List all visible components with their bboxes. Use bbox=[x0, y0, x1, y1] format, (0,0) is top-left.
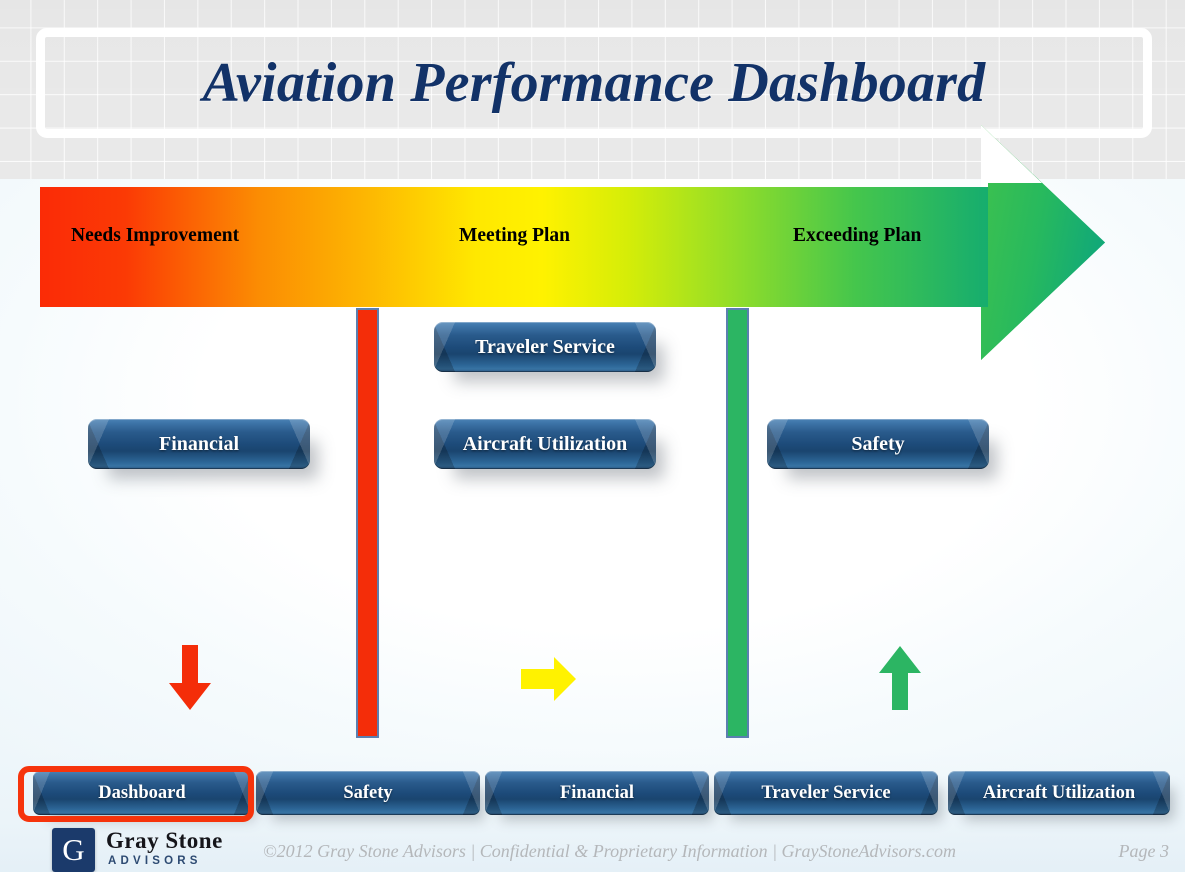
divider-exceeding-plan bbox=[726, 308, 749, 738]
metric-button-financial[interactable]: Financial bbox=[88, 419, 310, 469]
footer-text: ©2012 Gray Stone Advisors | Confidential… bbox=[263, 841, 957, 861]
metric-button-traveler-service[interactable]: Traveler Service bbox=[434, 322, 656, 372]
trend-down-arrow-icon bbox=[169, 645, 211, 710]
nav-label: Safety bbox=[343, 782, 393, 803]
nav-label: Financial bbox=[559, 782, 634, 803]
nav-label: Aircraft Utilization bbox=[982, 782, 1136, 803]
metric-label: Safety bbox=[851, 432, 905, 455]
metric-label: Traveler Service bbox=[475, 335, 615, 358]
performance-band-labels: Needs Improvement Meeting Plan Exceeding… bbox=[40, 187, 1105, 307]
page-number: Page 3 bbox=[1118, 841, 1169, 861]
logo-tagline: ADVISORS bbox=[108, 855, 202, 867]
nav-button-financial[interactable]: Financial bbox=[485, 771, 709, 815]
bottom-navigation: Dashboard Safety Financial Traveler Serv… bbox=[20, 766, 1170, 822]
metric-label: Financial bbox=[158, 432, 239, 455]
metric-button-safety[interactable]: Safety bbox=[767, 419, 989, 469]
nav-label: Dashboard bbox=[98, 782, 186, 803]
band-label-meeting-plan: Meeting Plan bbox=[459, 225, 571, 246]
band-label-needs-improvement: Needs Improvement bbox=[71, 225, 240, 246]
nav-label: Traveler Service bbox=[761, 782, 891, 803]
divider-needs-improvement bbox=[356, 308, 379, 738]
nav-button-dashboard[interactable]: Dashboard bbox=[33, 771, 251, 815]
slide-canvas: Aviation Performance Dashboard Needs Imp… bbox=[0, 0, 1185, 872]
nav-button-safety[interactable]: Safety bbox=[256, 771, 480, 815]
metric-button-aircraft-utilization[interactable]: Aircraft Utilization bbox=[434, 419, 656, 469]
logo-monogram: G bbox=[62, 831, 85, 867]
brand-logo: G Gray Stone ADVISORS bbox=[52, 826, 252, 872]
nav-button-aircraft-utilization[interactable]: Aircraft Utilization bbox=[948, 771, 1170, 815]
trend-up-arrow-icon bbox=[879, 646, 921, 710]
trend-flat-arrow-icon bbox=[521, 657, 576, 701]
page-title: Aviation Performance Dashboard bbox=[202, 52, 986, 114]
band-label-exceeding-plan: Exceeding Plan bbox=[793, 225, 922, 246]
metric-label: Aircraft Utilization bbox=[462, 432, 628, 455]
nav-button-traveler-service[interactable]: Traveler Service bbox=[714, 771, 938, 815]
logo-company-name: Gray Stone bbox=[106, 828, 223, 853]
